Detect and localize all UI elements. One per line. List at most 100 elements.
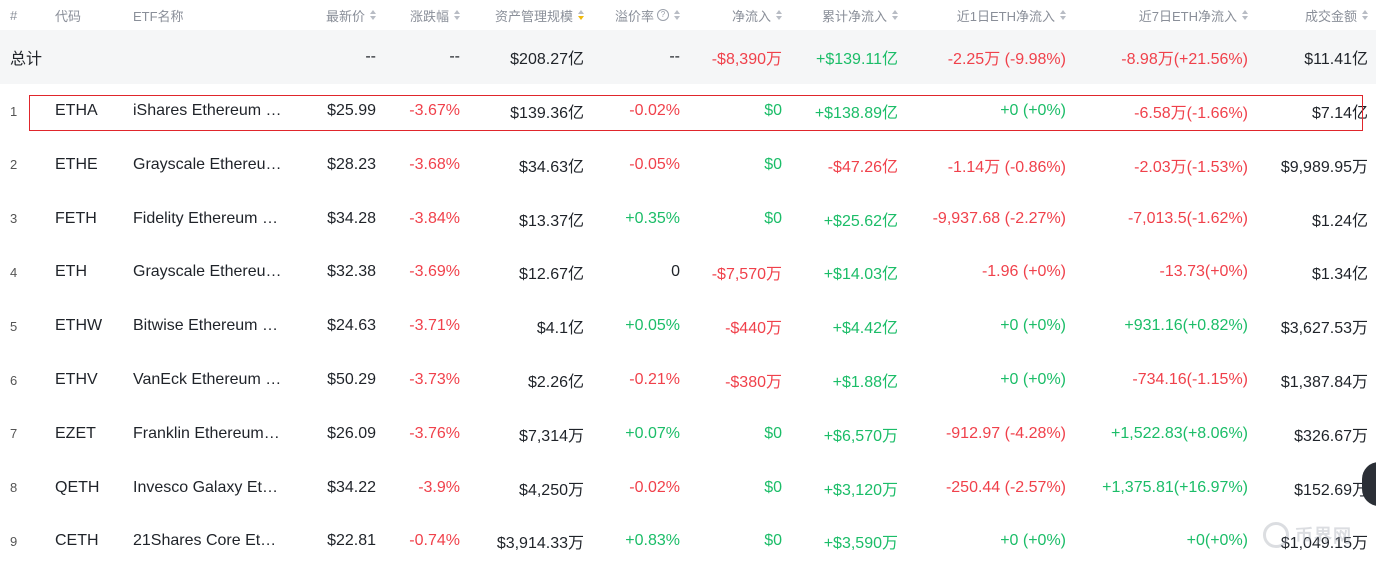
cell-volume: $326.67万 [1294, 427, 1368, 445]
cell-aum: $4.1亿 [536, 320, 584, 338]
total-change: -- [449, 48, 460, 65]
cell-price: $26.09 [327, 424, 376, 442]
total-price: -- [365, 48, 376, 65]
cell-change: -3.68% [409, 155, 460, 173]
cell-code[interactable]: ETHV [55, 353, 98, 407]
cell-name[interactable]: VanEck Ethereum … [133, 353, 281, 407]
cell-aum: $34.63亿 [519, 158, 584, 176]
cell-idx: 3 [10, 211, 18, 227]
cell-eth7d: +1,375.81(+16.97%) [1102, 478, 1248, 496]
highlight-box [29, 95, 1363, 131]
cell-eth7d: +1,522.83(+8.06%) [1111, 424, 1248, 442]
sort-icon [1060, 10, 1066, 20]
cell-code[interactable]: ETHE [55, 138, 98, 192]
table-row[interactable]: 4 ETH Grayscale Ethereu… $32.38 -3.69% $12.67… [0, 245, 1376, 299]
table-row[interactable]: 6 ETHV VanEck Ethereum … $50.29 -3.73% $2.26亿… [0, 353, 1376, 407]
cell-premium: +0.83% [625, 532, 680, 550]
header-cumflow[interactable]: 累计净流入 [790, 0, 898, 30]
cell-eth7d: +0(+0%) [1186, 532, 1248, 550]
table-row[interactable]: 8 QETH Invesco Galaxy Et… $34.22 -3.9% $4,250… [0, 461, 1376, 515]
table-row[interactable]: 5 ETHW Bitwise Ethereum … $24.63 -3.71% $4.1亿… [0, 299, 1376, 353]
cell-name[interactable]: Invesco Galaxy Et… [133, 461, 278, 515]
cell-premium: -0.05% [629, 155, 680, 173]
cell-cumflow: +$6,570万 [823, 427, 898, 445]
header-volume[interactable]: 成交金额 [1255, 0, 1368, 30]
cell-volume: $1.24亿 [1311, 212, 1368, 230]
cell-code[interactable]: EZET [55, 407, 96, 461]
cell-aum: $3,914.33万 [496, 535, 584, 553]
cell-idx: 1 [10, 103, 18, 119]
cell-name[interactable]: 21Shares Core Et… [133, 514, 276, 568]
cell-cumflow: -$47.26亿 [827, 158, 898, 176]
table-row[interactable]: 9 CETH 21Shares Core Et… $22.81 -0.74% $3,914… [0, 514, 1376, 568]
header-change[interactable]: 涨跌幅 [380, 0, 460, 30]
cell-premium: +0.35% [625, 209, 680, 227]
cell-cumflow: +$3,590万 [823, 535, 898, 553]
total-eth7d: -8.98万(+21.56%) [1121, 51, 1248, 68]
cell-eth1d: -9,937.68 (-2.27%) [932, 209, 1066, 227]
cell-eth1d: +0 (+0%) [1000, 371, 1066, 388]
cell-price: $28.23 [327, 155, 376, 173]
cell-eth1d: -250.44 (-2.57%) [945, 478, 1066, 496]
cell-eth1d: -1.96 (+0%) [981, 263, 1066, 281]
total-premium: -- [669, 48, 680, 65]
sort-icon [370, 10, 376, 20]
total-volume: $11.41亿 [1304, 51, 1368, 68]
cell-code[interactable]: ETH [55, 245, 87, 299]
table-row[interactable]: 3 FETH Fidelity Ethereum … $34.28 -3.84% $13.… [0, 192, 1376, 246]
table-row[interactable]: 2 ETHE Grayscale Ethereu… $28.23 -3.68% $34.6… [0, 138, 1376, 192]
total-row: 总计 -- -- $208.27亿 -- -$8,390万 +$139.11亿 … [0, 30, 1376, 84]
cell-name[interactable]: Grayscale Ethereu… [133, 245, 282, 299]
total-cumflow: +$139.11亿 [816, 51, 898, 68]
sort-icon [892, 10, 898, 20]
cell-volume: $152.69万 [1294, 481, 1368, 499]
cell-code[interactable]: FETH [55, 192, 97, 246]
cell-aum: $12.67亿 [519, 266, 584, 284]
cell-change: -3.69% [409, 263, 460, 281]
cell-code[interactable]: CETH [55, 514, 99, 568]
cell-volume: $1,387.84万 [1280, 374, 1368, 391]
cell-change: -3.76% [409, 424, 460, 442]
cell-price: $34.22 [327, 478, 376, 496]
cell-netflow: $0 [764, 209, 782, 227]
cell-name[interactable]: Franklin Ethereum… [133, 407, 280, 461]
cell-eth7d: -13.73(+0%) [1159, 263, 1249, 281]
cell-name[interactable]: Fidelity Ethereum … [133, 192, 278, 246]
total-aum: $208.27亿 [510, 51, 584, 68]
cell-name[interactable]: Bitwise Ethereum … [133, 299, 278, 353]
watermark-logo-icon [1263, 522, 1289, 548]
header-netflow[interactable]: 净流入 [690, 0, 782, 30]
cell-netflow: -$7,570万 [711, 266, 782, 284]
cell-eth1d: -912.97 (-4.28%) [945, 424, 1066, 442]
header-premium[interactable]: 溢价率 ? [590, 0, 680, 30]
cell-price: $34.28 [327, 209, 376, 227]
total-netflow: -$8,390万 [711, 51, 782, 68]
cell-aum: $4,250万 [519, 481, 584, 499]
header-eth1d[interactable]: 近1日ETH净流入 [900, 0, 1066, 30]
cell-premium: 0 [671, 263, 680, 281]
cell-netflow: -$440万 [725, 320, 782, 338]
header-aum[interactable]: 资产管理规模 [460, 0, 584, 30]
header-eth7d[interactable]: 近7日ETH净流入 [1080, 0, 1248, 30]
table-row[interactable]: 7 EZET Franklin Ethereum… $26.09 -3.76% $7,31… [0, 407, 1376, 461]
cell-netflow: $0 [764, 532, 782, 550]
cell-change: -3.84% [409, 209, 460, 227]
sort-desc-active-icon [578, 10, 584, 20]
cell-code[interactable]: QETH [55, 461, 99, 515]
header-price[interactable]: 最新价 [290, 0, 376, 30]
cell-name[interactable]: Grayscale Ethereu… [133, 138, 282, 192]
cell-premium: -0.21% [629, 371, 680, 388]
total-label: 总计 [10, 51, 43, 68]
cell-netflow: $0 [764, 424, 782, 442]
watermark: 币界网 [1263, 522, 1352, 548]
cell-eth1d: +0 (+0%) [1000, 317, 1066, 335]
cell-idx: 7 [10, 426, 18, 442]
cell-code[interactable]: ETHW [55, 299, 102, 353]
cell-volume: $1.34亿 [1311, 266, 1368, 284]
cell-aum: $2.26亿 [527, 374, 584, 391]
cell-netflow: $0 [764, 478, 782, 496]
cell-eth1d: +0 (+0%) [1000, 532, 1066, 550]
cell-change: -3.9% [418, 478, 460, 496]
sort-icon [1362, 10, 1368, 20]
info-icon[interactable]: ? [657, 9, 669, 21]
